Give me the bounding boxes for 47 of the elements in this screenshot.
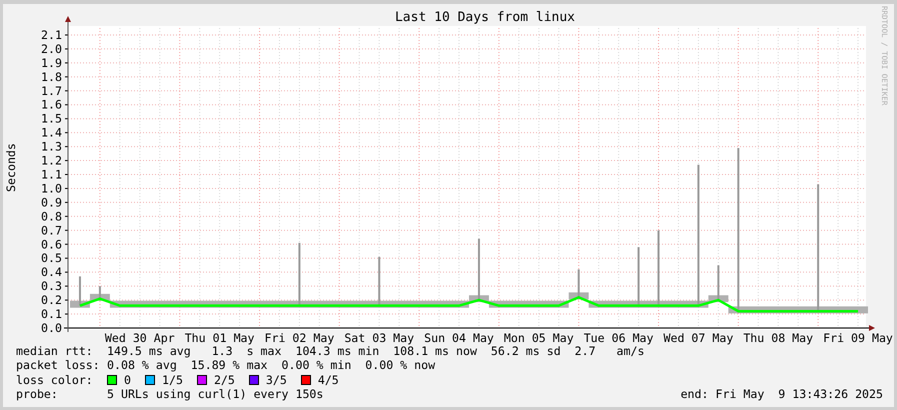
y-tick-label: 2.1 bbox=[41, 28, 62, 42]
y-tick-label: 1.1 bbox=[41, 168, 62, 182]
x-tick-label: Wed 07 May bbox=[664, 331, 734, 345]
x-tick-label: Mon 05 May bbox=[504, 331, 574, 345]
y-tick-label: 1.7 bbox=[41, 84, 62, 98]
x-tick-label: Thu 08 May bbox=[743, 331, 814, 345]
probe-text: 5 URLs using curl(1) every 150s bbox=[107, 386, 324, 402]
y-tick-label: 1.0 bbox=[41, 181, 62, 196]
y-tick-label: 1.5 bbox=[41, 112, 62, 126]
y-tick-label: 0.1 bbox=[41, 307, 62, 322]
swatch-label: 1/5 bbox=[162, 372, 183, 387]
y-tick-label: 0.3 bbox=[41, 279, 62, 294]
y-tick-label: 1.2 bbox=[41, 154, 62, 168]
end-time: end: Fri May 9 13:43:26 2025 bbox=[680, 386, 883, 402]
y-tick-label: 0.7 bbox=[41, 223, 62, 238]
legend-stats: 149.5 ms avg 1.3 s max 104.3 ms min 108.1 ms now 56.2 ms sd 2.7 am/s bbox=[107, 344, 644, 358]
y-tick-label: 0.6 bbox=[41, 237, 62, 252]
legend-label: median rtt: bbox=[16, 344, 94, 358]
x-tick-label: Fri 02 May bbox=[264, 331, 334, 345]
y-tick-label: 1.6 bbox=[41, 98, 62, 112]
y-tick-label: 0.8 bbox=[41, 209, 62, 224]
swatch-label: 4/5 bbox=[318, 372, 339, 387]
y-axis-label: Seconds bbox=[4, 143, 18, 192]
x-tick-label: Wed 30 Apr bbox=[104, 331, 175, 345]
legend-stats: 0.08 % avg 15.89 % max 0.00 % min 0.00 % now bbox=[107, 358, 436, 373]
legend-label: packet loss: bbox=[16, 358, 101, 373]
y-tick-label: 0.4 bbox=[41, 265, 62, 280]
x-tick-label: Sat 03 May bbox=[344, 331, 414, 345]
y-tick-label: 2.0 bbox=[41, 42, 62, 56]
swatch-label: 2/5 bbox=[214, 372, 235, 387]
legend-label: loss color: bbox=[16, 372, 94, 387]
y-tick-label: 1.9 bbox=[41, 56, 62, 70]
y-tick-label: 0.9 bbox=[41, 195, 62, 210]
legend-label: probe: bbox=[16, 386, 59, 402]
y-tick-label: 0.0 bbox=[41, 321, 62, 335]
x-tick-label: Tue 06 May bbox=[584, 331, 654, 345]
x-tick-label: Fri 09 May bbox=[823, 331, 893, 345]
y-tick-label: 0.2 bbox=[41, 293, 62, 308]
y-tick-label: 0.5 bbox=[41, 251, 62, 266]
chart-title: Last 10 Days from linux bbox=[395, 10, 575, 25]
y-tick-label: 1.4 bbox=[41, 126, 62, 140]
x-tick-label: Thu 01 May bbox=[184, 331, 255, 345]
y-tick-label: 1.3 bbox=[41, 140, 62, 154]
swatch-label: 0 bbox=[124, 372, 131, 387]
x-tick-label: Sun 04 May bbox=[424, 331, 494, 345]
swatch-label: 3/5 bbox=[266, 372, 287, 387]
y-tick-label: 1.8 bbox=[41, 70, 62, 84]
